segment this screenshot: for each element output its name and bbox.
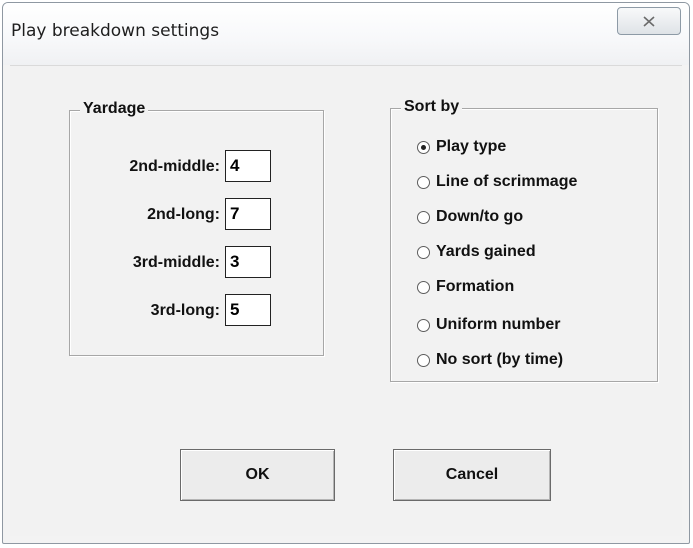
sort-option-no-sort[interactable]: No sort (by time) [417,346,563,374]
sort-option-label: Yards gained [436,243,536,260]
ok-button[interactable]: OK [180,449,335,501]
sort-option-label: Formation [436,278,515,295]
field-label-2nd-long: 2nd-long: [147,206,220,223]
radio-no-sort[interactable] [417,353,430,367]
field-label-3rd-long: 3rd-long: [150,302,220,319]
radio-yards-gained[interactable] [417,245,430,259]
yardage-group-title: Yardage [80,100,149,118]
sort-option-label: Play type [436,138,507,155]
yardage-row-3rd-long: 3rd-long: [70,294,330,330]
sort-option-label: Down/to go [436,208,524,225]
close-x-icon [643,15,655,27]
sort-option-yards-gained[interactable]: Yards gained [417,238,536,266]
sort-option-line-of-scrimmage[interactable]: Line of scrimmage [417,168,577,196]
sort-by-group-title: Sort by [401,98,463,116]
sort-option-label: Uniform number [436,316,561,333]
sort-option-uniform-number[interactable]: Uniform number [417,311,560,339]
sort-option-label: No sort (by time) [436,351,564,368]
input-3rd-long[interactable] [225,294,271,326]
dialog-body: Yardage 2nd-middle: 2nd-long: 3rd-middle… [10,65,682,536]
sort-option-formation[interactable]: Formation [417,273,514,301]
radio-down-to-go[interactable] [417,210,430,224]
input-2nd-long[interactable] [225,198,271,230]
input-3rd-middle[interactable] [225,246,271,278]
sort-by-group: Sort by Play type Line of scrimmage Down… [390,98,658,382]
input-2nd-middle[interactable] [225,150,271,182]
yardage-row-3rd-middle: 3rd-middle: [70,246,330,282]
window-title: Play breakdown settings [11,21,220,41]
yardage-row-2nd-long: 2nd-long: [70,198,330,234]
yardage-group: Yardage 2nd-middle: 2nd-long: 3rd-middle… [69,100,324,356]
field-label-2nd-middle: 2nd-middle: [129,158,220,175]
dialog-window: Play breakdown settings Yardage 2nd-midd… [2,2,690,544]
title-bar: Play breakdown settings [3,3,689,65]
yardage-row-2nd-middle: 2nd-middle: [70,150,330,186]
radio-line-of-scrimmage[interactable] [417,175,430,189]
field-label-3rd-middle: 3rd-middle: [132,254,220,271]
sort-option-play-type[interactable]: Play type [417,133,506,161]
radio-uniform-number[interactable] [417,318,430,332]
radio-play-type[interactable] [417,140,430,154]
radio-formation[interactable] [417,280,430,294]
sort-option-down-to-go[interactable]: Down/to go [417,203,523,231]
cancel-button[interactable]: Cancel [393,449,551,501]
sort-option-label: Line of scrimmage [436,173,578,190]
close-button[interactable] [617,7,681,35]
